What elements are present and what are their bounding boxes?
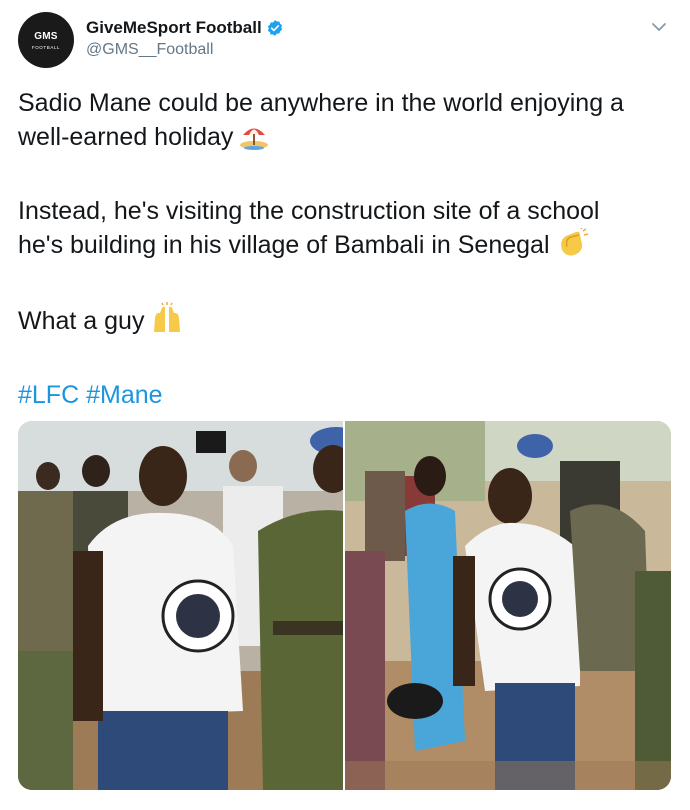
display-name[interactable]: GiveMeSport Football — [86, 18, 262, 38]
tweet-line: Instead, he's visiting the construction … — [18, 197, 600, 225]
avatar-logo-text: GMS — [34, 30, 58, 42]
raising-hands-icon — [150, 302, 184, 343]
tweet-media — [18, 421, 671, 790]
author-handle[interactable]: @GMS__Football — [86, 41, 284, 59]
tweet-hashtags: #LFC #Mane — [18, 378, 673, 412]
tweet-photo-1[interactable] — [18, 421, 343, 790]
author-block: GiveMeSport Football @GMS__Football — [86, 18, 284, 59]
chevron-down-icon[interactable] — [650, 18, 668, 36]
tweet-paragraph-1: Sadio Mane could be anywhere in the worl… — [18, 86, 673, 159]
tweet-line: he's building in his village of Bambali … — [18, 231, 550, 259]
verified-badge-icon — [266, 19, 284, 37]
tweet-line: What a guy — [18, 307, 145, 335]
tweet-header: GMS FOOTBALL GiveMeSport Football @GMS__… — [18, 12, 672, 70]
avatar[interactable]: GMS FOOTBALL — [18, 12, 74, 68]
tweet-line: Sadio Mane could be anywhere in the worl… — [18, 89, 624, 117]
tweet-line: well-earned holiday — [18, 123, 234, 151]
photo-2-illustration — [345, 421, 671, 790]
hashtag-lfc[interactable]: #LFC — [18, 381, 79, 409]
tweet-photo-2[interactable] — [345, 421, 671, 790]
hashtag-mane[interactable]: #Mane — [86, 381, 162, 409]
beach-umbrella-icon — [239, 122, 269, 159]
author-name-row[interactable]: GiveMeSport Football — [86, 18, 284, 38]
tweet-card: GMS FOOTBALL GiveMeSport Football @GMS__… — [0, 0, 690, 810]
tweet-text: Sadio Mane could be anywhere in the worl… — [18, 86, 673, 412]
tweet-paragraph-2: Instead, he's visiting the construction … — [18, 194, 673, 267]
tweet-paragraph-3: What a guy — [18, 302, 673, 343]
clapping-hands-icon — [556, 227, 590, 267]
avatar-logo-subtext: FOOTBALL — [31, 44, 61, 50]
photo-1-illustration — [18, 421, 343, 790]
